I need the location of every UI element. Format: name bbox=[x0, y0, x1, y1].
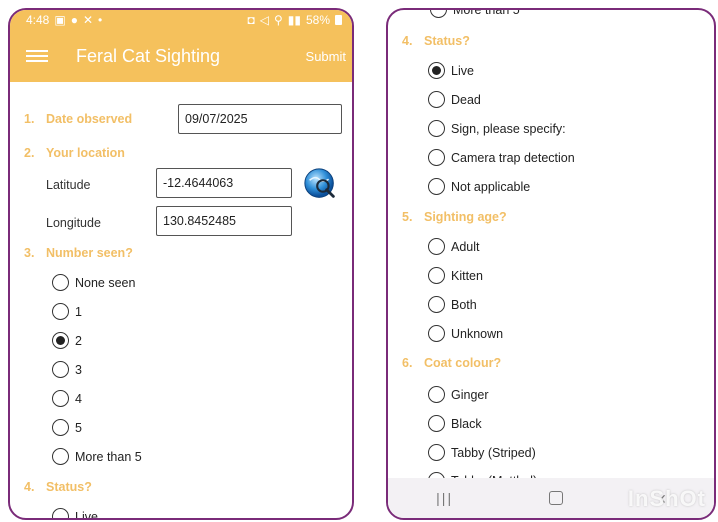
radio-option-dead[interactable]: Dead bbox=[428, 91, 481, 108]
radio-option-unknown[interactable]: Unknown bbox=[428, 325, 503, 342]
radio-option-not-applicable[interactable]: Not applicable bbox=[428, 178, 530, 195]
phone-screen-left: 4:48 ▣ ● ✕ • ◘ ◁ ⚲ ▮▮ 58% Feral Cat Sigh… bbox=[8, 8, 354, 520]
phone-screen-right: More than 5 4. Status? Live Dead Sign, pl… bbox=[386, 8, 716, 520]
latitude-label: Latitude bbox=[46, 178, 91, 192]
location-globe-icon[interactable] bbox=[302, 166, 340, 204]
age-section-label: 5. Sighting age? bbox=[402, 210, 507, 224]
radio-option-3[interactable]: 3 bbox=[52, 361, 82, 378]
radio-option-4[interactable]: 4 bbox=[52, 390, 82, 407]
page-title: Feral Cat Sighting bbox=[76, 45, 221, 66]
submit-button[interactable]: Submit bbox=[306, 49, 346, 64]
radio-button[interactable] bbox=[428, 149, 445, 166]
status-section-label: 4. Status? bbox=[402, 34, 470, 48]
location-section-label: 2. Your location bbox=[24, 146, 125, 160]
radio-button[interactable] bbox=[428, 267, 445, 284]
coat-section-label: 6. Coat colour? bbox=[402, 356, 502, 370]
battery-icon bbox=[335, 15, 342, 25]
radio-button[interactable] bbox=[428, 238, 445, 255]
radio-option-black[interactable]: Black bbox=[428, 415, 482, 432]
chat-icon: ● bbox=[70, 13, 78, 27]
radio-option-adult[interactable]: Adult bbox=[428, 238, 480, 255]
radio-option-both[interactable]: Both bbox=[428, 296, 477, 313]
radio-option-2[interactable]: 2 bbox=[52, 332, 82, 349]
radio-option-5[interactable]: 5 bbox=[52, 419, 82, 436]
radio-button[interactable] bbox=[52, 361, 69, 378]
status-section-label: 4. Status? bbox=[24, 480, 92, 494]
radio-button[interactable] bbox=[428, 444, 445, 461]
longitude-label: Longitude bbox=[46, 216, 101, 230]
radio-button-selected[interactable] bbox=[428, 62, 445, 79]
alarm-icon: ◘ bbox=[247, 13, 255, 27]
radio-button[interactable] bbox=[52, 508, 69, 518]
radio-button-selected[interactable] bbox=[52, 332, 69, 349]
battery-text: 58% bbox=[305, 13, 330, 27]
tools-icon: ✕ bbox=[82, 13, 94, 27]
radio-button[interactable] bbox=[430, 10, 447, 18]
radio-button[interactable] bbox=[52, 419, 69, 436]
inshot-watermark: InShOt bbox=[627, 486, 706, 511]
radio-button[interactable] bbox=[428, 120, 445, 137]
radio-button[interactable] bbox=[52, 390, 69, 407]
home-icon[interactable] bbox=[549, 491, 564, 505]
radio-option-none-seen[interactable]: None seen bbox=[52, 274, 135, 291]
radio-button[interactable] bbox=[428, 386, 445, 403]
latitude-field[interactable]: -12.4644063 bbox=[156, 168, 292, 198]
location-icon: ⚲ bbox=[273, 13, 283, 27]
radio-button[interactable] bbox=[52, 274, 69, 291]
radio-option-camera-trap[interactable]: Camera trap detection bbox=[428, 149, 575, 166]
app-bar: Feral Cat Sighting Submit bbox=[10, 30, 352, 82]
status-bar: 4:48 ▣ ● ✕ • ◘ ◁ ⚲ ▮▮ 58% bbox=[10, 10, 352, 30]
date-field[interactable]: 09/07/2025 bbox=[178, 104, 342, 134]
mute-icon: ◁ bbox=[259, 13, 269, 27]
radio-option-more-than-5[interactable]: More than 5 bbox=[52, 448, 142, 465]
radio-option-ginger[interactable]: Ginger bbox=[428, 386, 489, 403]
longitude-field[interactable]: 130.8452485 bbox=[156, 206, 292, 236]
radio-option-live[interactable]: Live bbox=[428, 62, 474, 79]
menu-icon[interactable] bbox=[26, 50, 48, 62]
radio-button[interactable] bbox=[428, 296, 445, 313]
recents-icon[interactable]: ||| bbox=[436, 490, 453, 506]
number-section-label: 3. Number seen? bbox=[24, 246, 133, 260]
radio-button[interactable] bbox=[428, 415, 445, 432]
radio-option-1[interactable]: 1 bbox=[52, 303, 82, 320]
signal-icon: ▮▮ bbox=[287, 13, 301, 27]
radio-button[interactable] bbox=[428, 91, 445, 108]
radio-button[interactable] bbox=[428, 178, 445, 195]
dot-icon: • bbox=[98, 13, 103, 27]
radio-option-kitten[interactable]: Kitten bbox=[428, 267, 483, 284]
radio-option-live[interactable]: Live bbox=[52, 508, 98, 518]
radio-option-tabby-striped[interactable]: Tabby (Striped) bbox=[428, 444, 536, 461]
date-section-label: 1. Date observed bbox=[24, 112, 133, 126]
radio-button[interactable] bbox=[52, 303, 69, 320]
radio-option-sign[interactable]: Sign, please specify: bbox=[428, 120, 566, 137]
radio-button[interactable] bbox=[52, 448, 69, 465]
gallery-icon: ▣ bbox=[54, 13, 66, 27]
radio-button[interactable] bbox=[428, 325, 445, 342]
radio-option-more-than-5-cut[interactable]: More than 5 bbox=[430, 10, 520, 18]
status-time: 4:48 bbox=[26, 13, 50, 27]
